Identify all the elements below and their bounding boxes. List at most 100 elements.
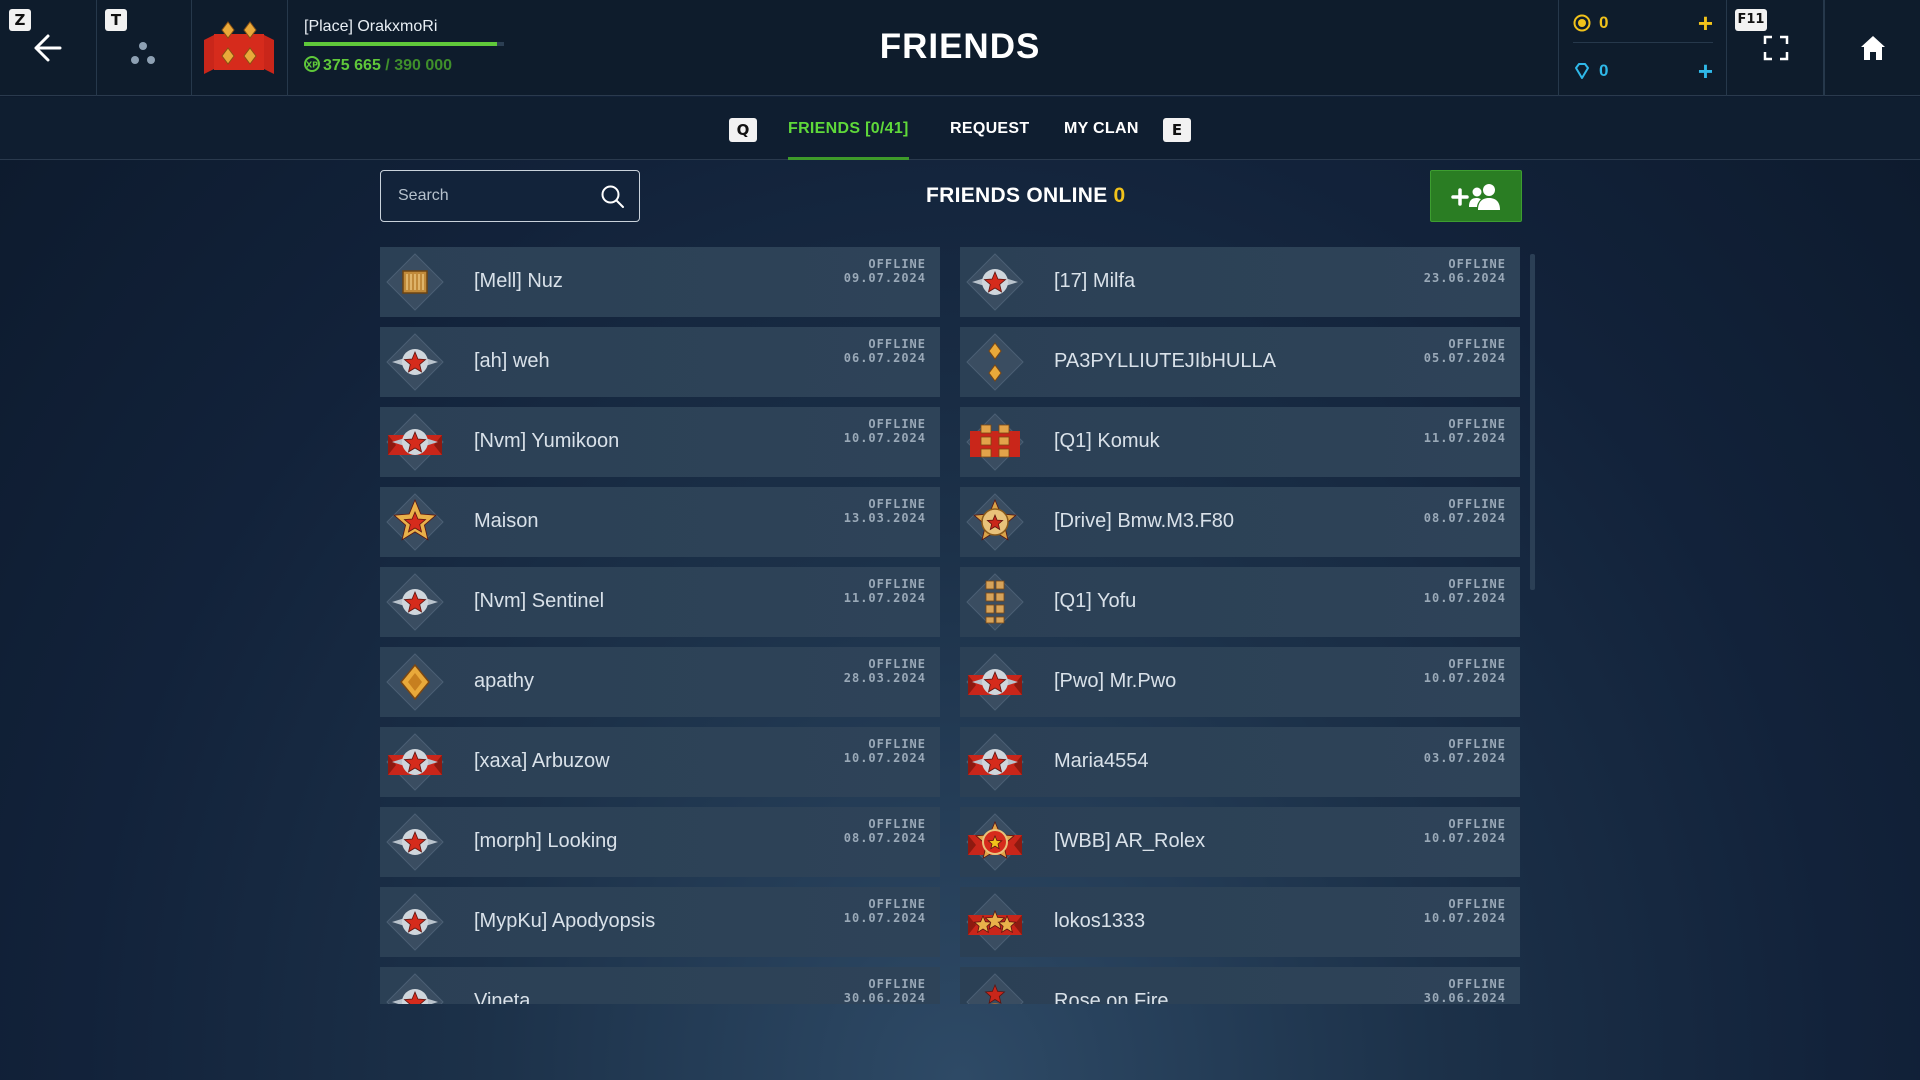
friend-status: OFFLINE 10.07.2024 [1424,577,1506,605]
svg-text:XP: XP [306,61,318,70]
friend-status: OFFLINE 10.07.2024 [1424,657,1506,685]
friend-card[interactable]: [MypKu] Apodyopsis OFFLINE 10.07.2024 [380,887,940,957]
friend-name: [17] Milfa [1054,270,1136,292]
player-rank-badge[interactable] [192,0,288,96]
diamond-gold-icon [384,651,446,713]
two-diamonds-icon [964,331,1026,393]
friend-last-seen: 10.07.2024 [843,431,926,445]
tab-my-clan[interactable]: MY CLAN [1064,97,1139,160]
friend-status: OFFLINE 11.07.2024 [1424,417,1506,445]
friend-card[interactable]: [morph] Looking OFFLINE 08.07.2024 [380,807,940,877]
friend-status-label: OFFLINE [868,497,926,511]
friend-card[interactable]: Maria4554 OFFLINE 03.07.2024 [960,727,1520,797]
friend-status-label: OFFLINE [1448,577,1506,591]
friend-card[interactable]: [Pwo] Mr.Pwo OFFLINE 10.07.2024 [960,647,1520,717]
friend-name: [xaxa] Arbuzow [474,750,610,772]
friends-scrollbar[interactable] [1530,254,1535,1004]
friend-card[interactable]: Maison OFFLINE 13.03.2024 [380,487,940,557]
friend-card[interactable]: [Q1] Yofu OFFLINE 10.07.2024 [960,567,1520,637]
medal-red-icon [964,811,1026,873]
friend-last-seen: 10.07.2024 [843,911,926,925]
xp-progress-bar [304,42,504,46]
friend-status: OFFLINE 10.07.2024 [1424,817,1506,845]
friend-status-label: OFFLINE [1448,897,1506,911]
hotkey-e[interactable]: E [1163,118,1191,142]
friend-card[interactable]: [Q1] Komuk OFFLINE 11.07.2024 [960,407,1520,477]
friend-name: [morph] Looking [474,830,618,852]
friend-card[interactable]: Rose on Fire OFFLINE 30.06.2024 [960,967,1520,1004]
tab-request[interactable]: REQUEST [950,97,1029,160]
star-bronze-icon [964,971,1026,1004]
friend-status-label: OFFLINE [868,737,926,751]
social-button[interactable]: T [97,0,192,96]
friend-card[interactable]: PA3PYLLIUTEJIbHULLA OFFLINE 05.07.2024 [960,327,1520,397]
tab-friends[interactable]: FRIENDS [0/41] [788,97,909,160]
search-icon[interactable] [600,184,625,209]
friend-name: [ah] weh [474,350,550,372]
friend-card[interactable]: [Nvm] Yumikoon OFFLINE 10.07.2024 [380,407,940,477]
friend-status: OFFLINE 03.07.2024 [1424,737,1506,765]
friend-card[interactable]: apathy OFFLINE 28.03.2024 [380,647,940,717]
friend-status-label: OFFLINE [868,417,926,431]
friend-name: PA3PYLLIUTEJIbHULLA [1054,350,1276,372]
friend-last-seen: 13.03.2024 [843,511,926,525]
friend-status: OFFLINE 09.07.2024 [844,257,926,285]
friend-status: OFFLINE 11.07.2024 [844,577,926,605]
search-input[interactable] [381,171,581,221]
gem-amount: 0 [1599,61,1609,80]
fullscreen-button[interactable]: F11 [1727,0,1824,96]
friend-status: OFFLINE 06.07.2024 [844,337,926,365]
friend-status-label: OFFLINE [1448,977,1506,991]
xp-readout: XP 375 665 / 390 000 [304,56,452,75]
friend-card[interactable]: [17] Milfa OFFLINE 23.06.2024 [960,247,1520,317]
friend-card[interactable]: [Nvm] Sentinel OFFLINE 11.07.2024 [380,567,940,637]
friend-card[interactable]: [ah] weh OFFLINE 06.07.2024 [380,327,940,397]
friend-status-label: OFFLINE [1448,737,1506,751]
friend-card[interactable]: [WBB] AR_Rolex OFFLINE 10.07.2024 [960,807,1520,877]
star-silver-icon [384,971,446,1004]
friend-card[interactable]: [Drive] Bmw.M3.F80 OFFLINE 08.07.2024 [960,487,1520,557]
add-friend-button[interactable] [1430,170,1522,222]
star-silver-icon [384,891,446,953]
friend-last-seen: 30.06.2024 [1423,991,1506,1004]
scrollbar-thumb[interactable] [1530,254,1535,590]
friends-online-label: FRIENDS ONLINE [926,184,1108,207]
triple-star-red-icon [964,891,1026,953]
arrow-left-icon [34,34,62,62]
friend-card[interactable]: [Mell] Nuz OFFLINE 09.07.2024 [380,247,940,317]
friend-card[interactable]: lokos1333 OFFLINE 10.07.2024 [960,887,1520,957]
fullscreen-icon [1763,35,1789,61]
friend-name: [WBB] AR_Rolex [1054,830,1206,852]
friend-name: [MypKu] Apodyopsis [474,910,656,932]
search-box [380,170,640,222]
friend-last-seen: 03.07.2024 [1423,751,1506,765]
top-bar: Z T [Place] OrakxmoRi XP 375 665 / 390 0… [0,0,1920,96]
friend-name: [Drive] Bmw.M3.F80 [1054,510,1235,532]
friend-status: OFFLINE 23.06.2024 [1424,257,1506,285]
friend-status-label: OFFLINE [868,257,926,271]
buy-gems-button[interactable]: + [1698,58,1713,84]
hotkey-z: Z [9,9,31,31]
friend-name: [Nvm] Yumikoon [474,430,620,452]
gold-amount: 0 [1599,12,1609,32]
back-button[interactable]: Z [0,0,97,96]
friend-card[interactable]: Vineta OFFLINE 30.06.2024 [380,967,940,1004]
friends-online-count: 0 [1113,184,1126,207]
tab-bar: Q FRIENDS [0/41] REQUEST MY CLAN E [0,97,1920,160]
friend-status-label: OFFLINE [868,977,926,991]
friend-name: [Q1] Komuk [1054,430,1160,452]
home-button[interactable] [1824,0,1920,96]
xp-max: / 390 000 [385,57,453,74]
buy-gold-button[interactable]: + [1698,10,1713,36]
friend-last-seen: 05.07.2024 [1423,351,1506,365]
friend-status: OFFLINE 10.07.2024 [1424,897,1506,925]
friend-last-seen: 08.07.2024 [843,831,926,845]
friend-status: OFFLINE 08.07.2024 [844,817,926,845]
friend-status-label: OFFLINE [1448,497,1506,511]
gold-coin-icon [1573,14,1591,31]
hotkey-q[interactable]: Q [729,118,757,142]
friend-status: OFFLINE 30.06.2024 [844,977,926,1004]
friend-card[interactable]: [xaxa] Arbuzow OFFLINE 10.07.2024 [380,727,940,797]
gold-currency: 0 + [1573,3,1713,43]
friend-last-seen: 09.07.2024 [843,271,926,285]
